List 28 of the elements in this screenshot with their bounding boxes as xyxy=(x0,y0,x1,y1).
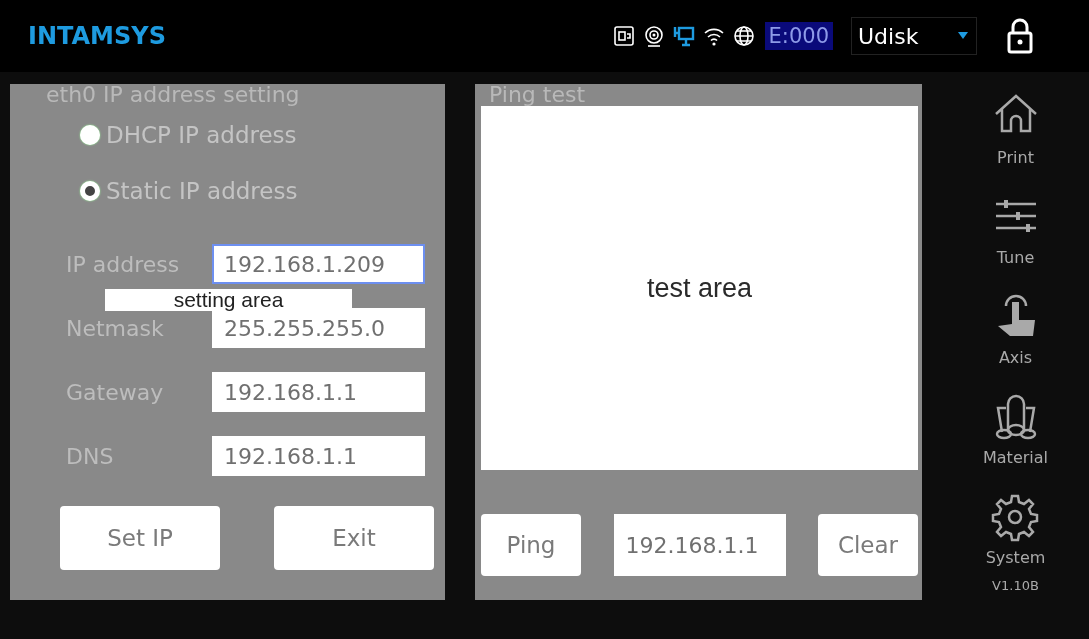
nav-button[interactable]: Material xyxy=(983,384,1048,467)
error-code: E:000 xyxy=(764,22,833,50)
globe-icon xyxy=(732,25,755,47)
option-label: DHCP IP address xyxy=(106,122,297,148)
action-button[interactable]: Exit xyxy=(274,506,434,570)
address-field[interactable]: 192.168.1.1 xyxy=(613,514,786,576)
nav-button[interactable]: System xyxy=(985,484,1046,567)
lock-icon[interactable] xyxy=(1007,18,1033,54)
camera-icon xyxy=(642,25,665,47)
clear-button[interactable]: Clear xyxy=(818,514,918,576)
option-label: Static IP address xyxy=(106,178,298,204)
storage-dropdown[interactable]: Udisk xyxy=(851,17,977,55)
ping-button[interactable]: Ping xyxy=(481,514,581,576)
version-label: V1.10B xyxy=(992,578,1039,593)
input-field[interactable]: 192.168.1.209 xyxy=(212,244,425,284)
network-icon xyxy=(672,25,695,47)
action-button[interactable]: Set IP xyxy=(60,506,220,570)
annotation-label: setting area xyxy=(105,289,352,311)
radio-button[interactable] xyxy=(80,181,100,201)
input-field[interactable]: 192.168.1.1 xyxy=(212,372,425,412)
radio-button[interactable] xyxy=(80,125,100,145)
input-field[interactable]: 192.168.1.1 xyxy=(212,436,425,476)
app-logo: INTAMSYS xyxy=(28,22,166,50)
caret-icon xyxy=(958,32,968,40)
nav-button[interactable]: Print xyxy=(991,84,1040,167)
nav-button[interactable]: Axis xyxy=(991,284,1040,367)
nav-button[interactable]: Tune xyxy=(991,184,1040,267)
annotation-label: test area xyxy=(646,272,753,304)
